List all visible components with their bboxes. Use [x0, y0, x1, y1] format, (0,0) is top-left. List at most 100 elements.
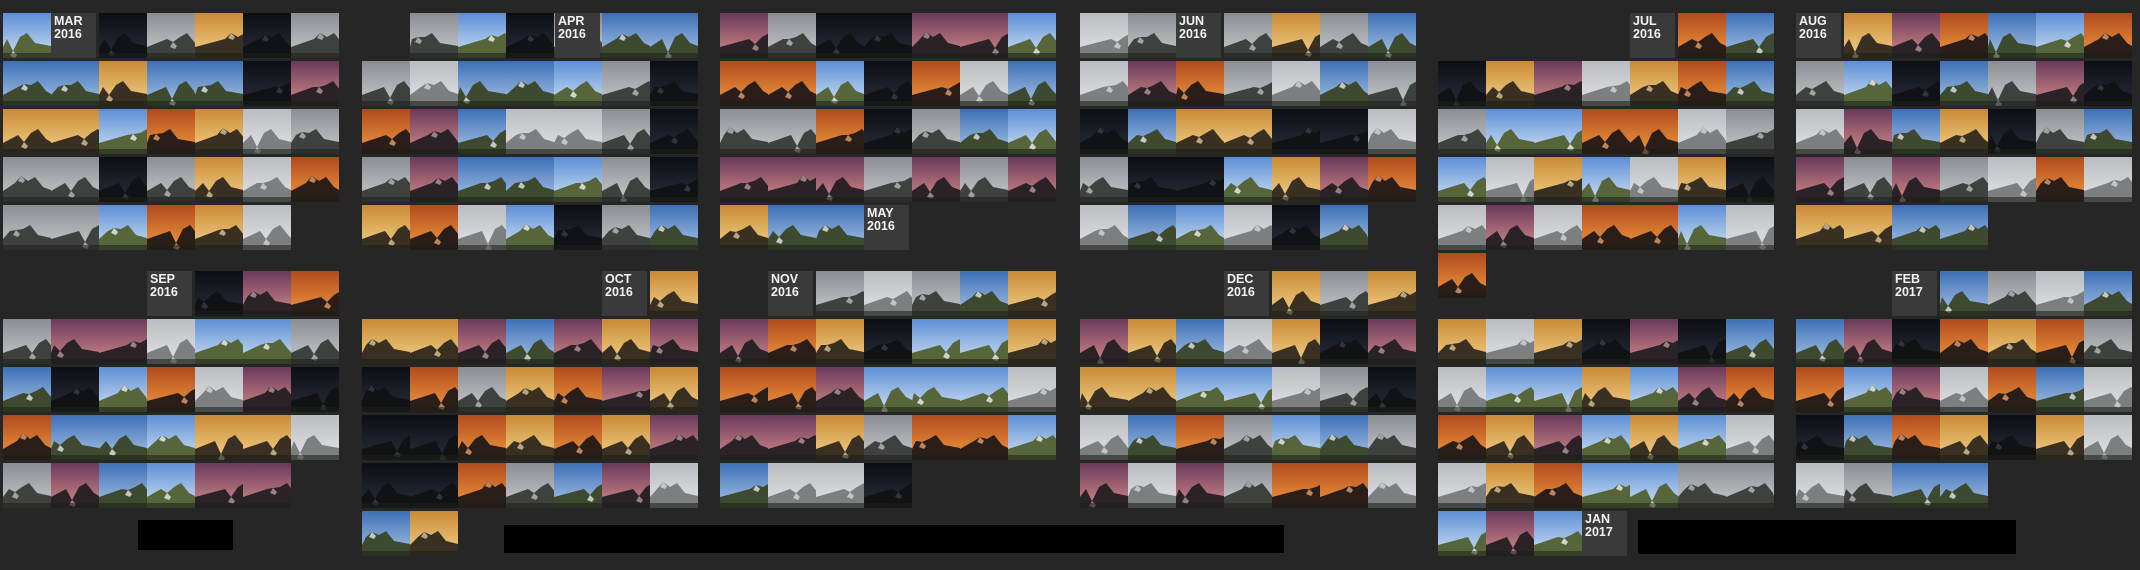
mountain-photo-thumbnail[interactable]: [506, 205, 554, 250]
mountain-photo-thumbnail[interactable]: [1272, 463, 1320, 508]
mountain-photo-thumbnail[interactable]: [1940, 415, 1988, 460]
mountain-photo-thumbnail[interactable]: [410, 463, 458, 508]
mountain-photo-thumbnail[interactable]: [912, 109, 960, 154]
mountain-photo-thumbnail[interactable]: [864, 271, 912, 316]
mountain-photo-thumbnail[interactable]: [410, 157, 458, 202]
mountain-photo-thumbnail[interactable]: [1080, 367, 1128, 412]
mountain-photo-thumbnail[interactable]: [1008, 415, 1056, 460]
mountain-photo-thumbnail[interactable]: [1368, 271, 1416, 316]
mountain-photo-thumbnail[interactable]: [602, 157, 650, 202]
mountain-photo-thumbnail[interactable]: [720, 13, 768, 58]
mountain-photo-thumbnail[interactable]: [1368, 415, 1416, 460]
mountain-photo-thumbnail[interactable]: [458, 61, 506, 106]
mountain-photo-thumbnail[interactable]: [1486, 61, 1534, 106]
mountain-photo-thumbnail[interactable]: [1726, 367, 1774, 412]
mountain-photo-thumbnail[interactable]: [912, 13, 960, 58]
mountain-photo-thumbnail[interactable]: [602, 319, 650, 364]
mountain-photo-thumbnail[interactable]: [410, 205, 458, 250]
mountain-photo-thumbnail[interactable]: [554, 109, 602, 154]
mountain-photo-thumbnail[interactable]: [1844, 319, 1892, 364]
mountain-photo-thumbnail[interactable]: [291, 157, 339, 202]
mountain-photo-thumbnail[interactable]: [362, 109, 410, 154]
mountain-photo-thumbnail[interactable]: [1892, 463, 1940, 508]
mountain-photo-thumbnail[interactable]: [51, 367, 99, 412]
mountain-photo-thumbnail[interactable]: [195, 463, 243, 508]
mountain-photo-thumbnail[interactable]: [1272, 109, 1320, 154]
mountain-photo-thumbnail[interactable]: [506, 463, 554, 508]
mountain-photo-thumbnail[interactable]: [3, 205, 51, 250]
mountain-photo-thumbnail[interactable]: [243, 205, 291, 250]
mountain-photo-thumbnail[interactable]: [1368, 463, 1416, 508]
mountain-photo-thumbnail[interactable]: [458, 319, 506, 364]
mountain-photo-thumbnail[interactable]: [291, 61, 339, 106]
mountain-photo-thumbnail[interactable]: [1438, 205, 1486, 250]
mountain-photo-thumbnail[interactable]: [768, 319, 816, 364]
mountain-photo-thumbnail[interactable]: [1844, 367, 1892, 412]
mountain-photo-thumbnail[interactable]: [1008, 319, 1056, 364]
mountain-photo-thumbnail[interactable]: [816, 271, 864, 316]
mountain-photo-thumbnail[interactable]: [1988, 157, 2036, 202]
mountain-photo-thumbnail[interactable]: [1796, 205, 1844, 250]
mountain-photo-thumbnail[interactable]: [51, 61, 99, 106]
mountain-photo-thumbnail[interactable]: [1726, 319, 1774, 364]
mountain-photo-thumbnail[interactable]: [1988, 109, 2036, 154]
mountain-photo-thumbnail[interactable]: [51, 463, 99, 508]
mountain-photo-thumbnail[interactable]: [1726, 109, 1774, 154]
mountain-photo-thumbnail[interactable]: [1988, 319, 2036, 364]
mountain-photo-thumbnail[interactable]: [410, 319, 458, 364]
mountain-photo-thumbnail[interactable]: [1726, 61, 1774, 106]
mountain-photo-thumbnail[interactable]: [1486, 109, 1534, 154]
mountain-photo-thumbnail[interactable]: [1630, 415, 1678, 460]
mountain-photo-thumbnail[interactable]: [291, 109, 339, 154]
mountain-photo-thumbnail[interactable]: [1534, 319, 1582, 364]
mountain-photo-thumbnail[interactable]: [1678, 415, 1726, 460]
mountain-photo-thumbnail[interactable]: [1176, 61, 1224, 106]
mountain-photo-thumbnail[interactable]: [1368, 61, 1416, 106]
mountain-photo-thumbnail[interactable]: [1796, 157, 1844, 202]
mountain-photo-thumbnail[interactable]: [1582, 61, 1630, 106]
mountain-photo-thumbnail[interactable]: [816, 157, 864, 202]
mountain-photo-thumbnail[interactable]: [147, 463, 195, 508]
mountain-photo-thumbnail[interactable]: [2036, 61, 2084, 106]
mountain-photo-thumbnail[interactable]: [650, 463, 698, 508]
mountain-photo-thumbnail[interactable]: [768, 13, 816, 58]
mountain-photo-thumbnail[interactable]: [1080, 157, 1128, 202]
mountain-photo-thumbnail[interactable]: [458, 13, 506, 58]
mountain-photo-thumbnail[interactable]: [554, 205, 602, 250]
mountain-photo-thumbnail[interactable]: [1272, 13, 1320, 58]
mountain-photo-thumbnail[interactable]: [768, 109, 816, 154]
mountain-photo-thumbnail[interactable]: [2084, 367, 2132, 412]
mountain-photo-thumbnail[interactable]: [650, 415, 698, 460]
mountain-photo-thumbnail[interactable]: [816, 13, 864, 58]
mountain-photo-thumbnail[interactable]: [1940, 61, 1988, 106]
mountain-photo-thumbnail[interactable]: [243, 319, 291, 364]
mountain-photo-thumbnail[interactable]: [1582, 109, 1630, 154]
mountain-photo-thumbnail[interactable]: [1320, 109, 1368, 154]
mountain-photo-thumbnail[interactable]: [1892, 415, 1940, 460]
mountain-photo-thumbnail[interactable]: [1796, 319, 1844, 364]
mountain-photo-thumbnail[interactable]: [1080, 319, 1128, 364]
mountain-photo-thumbnail[interactable]: [291, 13, 339, 58]
mountain-photo-thumbnail[interactable]: [1008, 13, 1056, 58]
mountain-photo-thumbnail[interactable]: [1678, 13, 1726, 58]
mountain-photo-thumbnail[interactable]: [458, 205, 506, 250]
mountain-photo-thumbnail[interactable]: [650, 13, 698, 58]
mountain-photo-thumbnail[interactable]: [3, 415, 51, 460]
mountain-photo-thumbnail[interactable]: [1486, 415, 1534, 460]
mountain-photo-thumbnail[interactable]: [912, 61, 960, 106]
mountain-photo-thumbnail[interactable]: [1080, 205, 1128, 250]
mountain-photo-thumbnail[interactable]: [912, 157, 960, 202]
mountain-photo-thumbnail[interactable]: [1582, 463, 1630, 508]
mountain-photo-thumbnail[interactable]: [506, 109, 554, 154]
mountain-photo-thumbnail[interactable]: [768, 463, 816, 508]
mountain-photo-thumbnail[interactable]: [1320, 415, 1368, 460]
mountain-photo-thumbnail[interactable]: [243, 61, 291, 106]
mountain-photo-thumbnail[interactable]: [362, 157, 410, 202]
mountain-photo-thumbnail[interactable]: [912, 319, 960, 364]
mountain-photo-thumbnail[interactable]: [1438, 415, 1486, 460]
mountain-photo-thumbnail[interactable]: [602, 61, 650, 106]
mountain-photo-thumbnail[interactable]: [1486, 157, 1534, 202]
mountain-photo-thumbnail[interactable]: [1176, 109, 1224, 154]
mountain-photo-thumbnail[interactable]: [147, 109, 195, 154]
mountain-photo-thumbnail[interactable]: [1486, 205, 1534, 250]
